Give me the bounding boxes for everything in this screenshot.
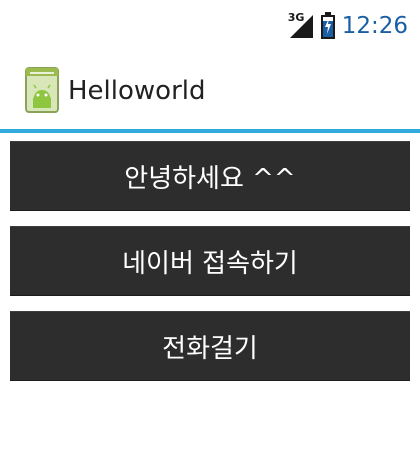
status-bar: 3G 12:26 [0,0,420,52]
action-bar-divider [0,129,420,133]
network-type-label: 3G [287,11,305,24]
naver-connect-button[interactable]: 네이버 접속하기 [10,226,410,296]
action-bar: Helloworld [0,52,420,130]
battery-icon [320,12,336,40]
status-clock: 12:26 [341,13,408,39]
signal-icon: 3G [287,11,314,39]
hello-button[interactable]: 안녕하세요 ^^ [10,141,410,211]
status-icons: 3G 12:26 [288,10,408,42]
android-app-icon[interactable] [24,66,60,114]
phone-call-button[interactable]: 전화걸기 [10,311,410,381]
app-title: Helloworld [68,76,206,106]
